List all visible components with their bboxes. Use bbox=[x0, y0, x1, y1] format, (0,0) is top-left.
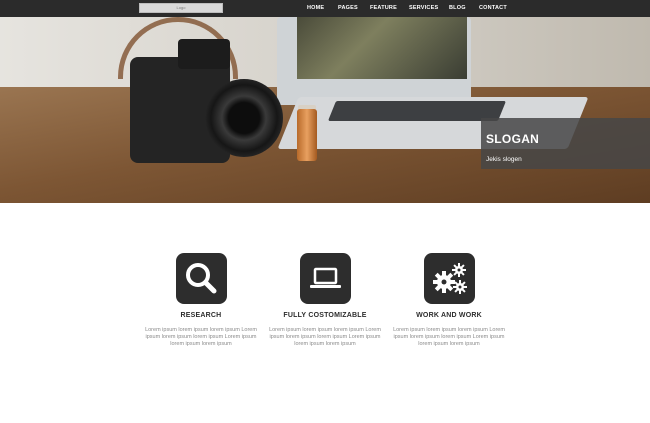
hero-banner: SLOGAN Jekis slogen bbox=[0, 17, 650, 203]
feature-description: Lorem ipsum lorem ipsum lorem ipsum Lore… bbox=[145, 327, 257, 347]
nav-pages[interactable]: PAGES bbox=[338, 0, 358, 17]
hero-laptop-display bbox=[297, 17, 467, 79]
hero-bottle bbox=[297, 109, 317, 161]
nav-feature[interactable]: FEATURE bbox=[370, 0, 397, 17]
hero-camera-lens bbox=[205, 79, 283, 157]
feature-research: RESEARCH Lorem ipsum lorem ipsum lorem i… bbox=[145, 253, 257, 348]
feature-description: Lorem ipsum lorem ipsum lorem ipsum Lore… bbox=[393, 327, 505, 347]
logo-text: Logo bbox=[176, 5, 186, 10]
feature-title: FULLY COSTOMIZABLE bbox=[283, 312, 367, 319]
hero-camera-top bbox=[178, 39, 230, 69]
nav-services[interactable]: SERVICES bbox=[409, 0, 438, 17]
feature-title: WORK AND WORK bbox=[416, 312, 482, 319]
nav-home[interactable]: HOME bbox=[307, 0, 324, 17]
feature-work: WORK AND WORK Lorem ipsum lorem ipsum lo… bbox=[393, 253, 505, 348]
nav-blog[interactable]: BLOG bbox=[449, 0, 466, 17]
feature-title: RESEARCH bbox=[180, 312, 222, 319]
top-navbar: Logo HOME PAGES FEATURE SERVICES BLOG CO… bbox=[0, 0, 650, 17]
slogan-subtitle: Jekis slogen bbox=[486, 156, 522, 163]
nav-contact[interactable]: CONTACT bbox=[479, 0, 507, 17]
slogan-title: SLOGAN bbox=[486, 132, 540, 146]
feature-description: Lorem ipsum lorem ipsum lorem ipsum Lore… bbox=[269, 327, 381, 347]
laptop-icon[interactable] bbox=[299, 253, 351, 304]
logo[interactable]: Logo bbox=[139, 3, 223, 13]
search-icon[interactable] bbox=[175, 253, 227, 304]
slogan-box: SLOGAN Jekis slogen bbox=[481, 118, 650, 169]
hero-laptop-keyboard bbox=[327, 101, 507, 121]
feature-customizable: FULLY COSTOMIZABLE Lorem ipsum lorem ips… bbox=[269, 253, 381, 348]
gears-icon[interactable] bbox=[423, 253, 475, 304]
